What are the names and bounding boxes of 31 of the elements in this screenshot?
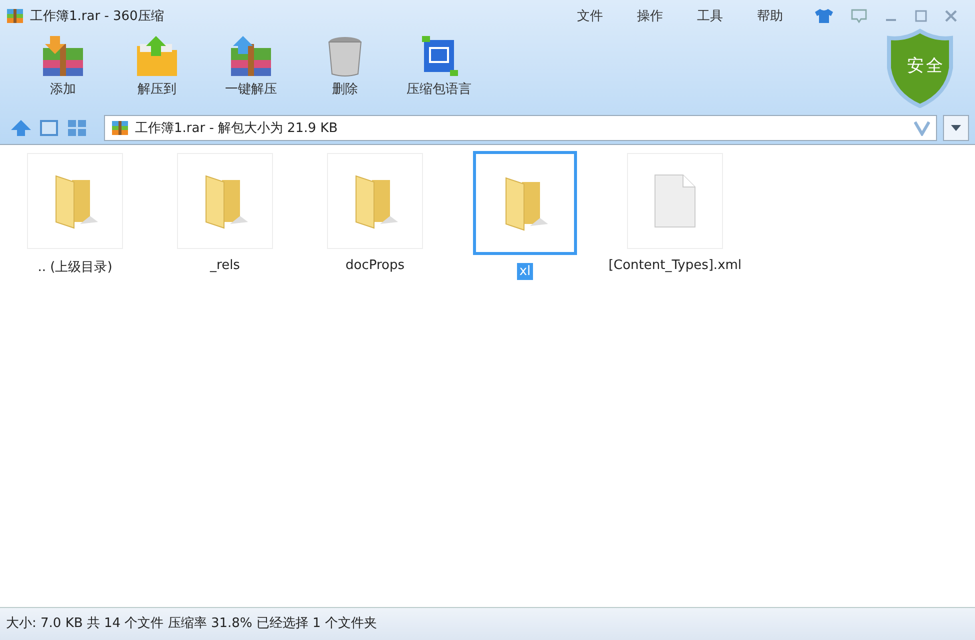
close-icon[interactable] bbox=[943, 8, 959, 24]
menu-item[interactable]: 帮助 bbox=[757, 7, 783, 25]
caret-icon bbox=[951, 125, 961, 131]
message-icon[interactable] bbox=[849, 7, 869, 25]
archive-add-icon bbox=[40, 34, 86, 78]
archive-up-icon bbox=[228, 34, 274, 78]
dropdown-button[interactable] bbox=[943, 115, 969, 141]
shield-label: 安全 bbox=[907, 55, 945, 77]
toolbar-button[interactable]: 添加 bbox=[18, 32, 108, 100]
menu-item[interactable]: 工具 bbox=[697, 7, 723, 25]
archive-icon bbox=[111, 119, 129, 137]
up-arrow-icon[interactable] bbox=[10, 118, 32, 138]
toolbar-button[interactable]: 删除 bbox=[300, 32, 390, 100]
status-bar: 大小: 7.0 KB 共 14 个文件 压缩率 31.8% 已经选择 1 个文件夹 bbox=[0, 607, 975, 640]
toolbar-button[interactable]: 压缩包语言 bbox=[394, 32, 484, 100]
menu-item[interactable]: 操作 bbox=[637, 7, 663, 25]
shield-icon[interactable] bbox=[885, 28, 955, 108]
document-icon bbox=[653, 173, 697, 229]
maximize-icon[interactable] bbox=[913, 8, 929, 24]
toolbar-button[interactable]: 一键解压 bbox=[206, 32, 296, 100]
view-grid-icon[interactable] bbox=[66, 118, 88, 138]
folder-up-icon bbox=[134, 34, 180, 78]
menu-item[interactable]: 文件 bbox=[577, 7, 603, 25]
v-logo-icon[interactable] bbox=[914, 120, 930, 136]
view-single-icon[interactable] bbox=[38, 118, 60, 138]
file-item[interactable]: .. (上级目录) bbox=[0, 153, 150, 277]
window-title: 工作簿1.rar - 360压缩 bbox=[30, 8, 164, 25]
shirt-icon[interactable] bbox=[813, 6, 835, 26]
archive-icon bbox=[6, 7, 24, 25]
address-field[interactable]: 工作簿1.rar - 解包大小为 21.9 KB bbox=[104, 115, 937, 141]
toolbar-button[interactable]: 解压到 bbox=[112, 32, 202, 100]
